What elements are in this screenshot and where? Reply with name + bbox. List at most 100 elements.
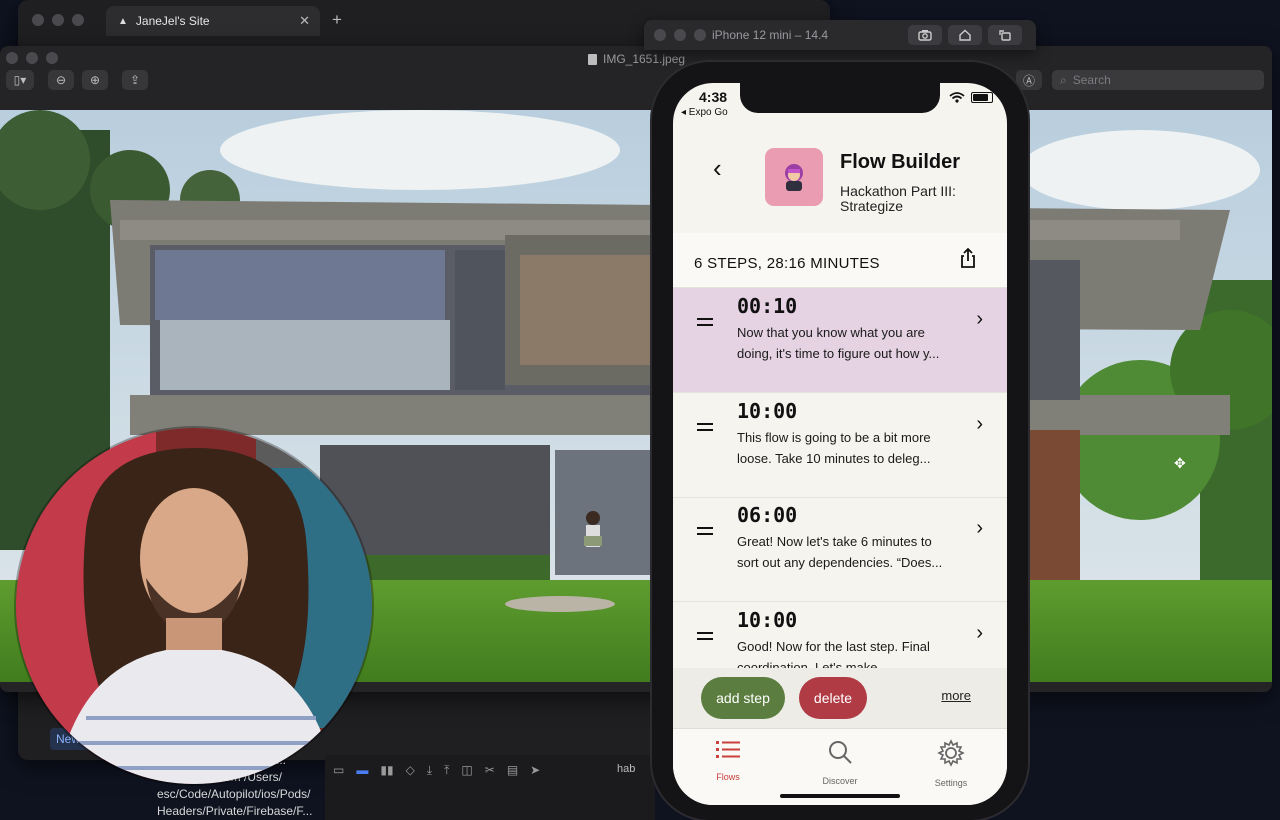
flow-avatar[interactable] [765, 148, 823, 206]
step-duration: 00:10 [737, 294, 798, 318]
minimize-dot[interactable] [674, 29, 686, 41]
chevron-right-icon[interactable]: › [976, 308, 983, 331]
step-in-icon[interactable]: ⤓ [427, 763, 432, 778]
preview-filename: IMG_1651.jpeg [603, 52, 686, 66]
share-button[interactable]: ⇪ [122, 70, 148, 90]
site-icon: ▲ [118, 15, 128, 27]
view-icon[interactable]: ◫ [461, 763, 472, 778]
add-step-button[interactable]: add step [701, 677, 785, 719]
step-row[interactable]: 06:00 Great! Now let's take 6 minutes to … [673, 497, 1007, 602]
simulator-title: iPhone 12 mini – 14.4 [712, 28, 829, 42]
flow-title: Flow Builder [840, 151, 960, 173]
app-screen: 4:38 ◂ Expo Go ‹ Flow Builder Hackathon … [673, 83, 1007, 805]
preview-traffic-lights[interactable] [6, 52, 58, 64]
step-duration: 10:00 [737, 607, 798, 632]
pause-icon[interactable]: ▮▮ [380, 763, 393, 778]
avatar-girl-icon [785, 164, 803, 191]
browser-traffic-lights[interactable] [32, 14, 84, 26]
home-icon [959, 29, 971, 41]
steps-summary-bar: 6 STEPS, 28:16 MINUTES [673, 233, 1007, 288]
delete-button[interactable]: delete [799, 677, 867, 719]
location-icon[interactable]: ➤ [530, 763, 540, 778]
scissors-icon[interactable]: ✂ [485, 763, 495, 778]
battery-icon [971, 92, 993, 103]
console-line: esc/Code/Autopilot/ios/Pods/ [157, 787, 311, 801]
tab-label: Settings [934, 778, 968, 788]
step-description: This flow is going to be a bit more loos… [737, 429, 931, 466]
close-dot[interactable] [32, 14, 44, 26]
minimize-dot[interactable] [26, 52, 38, 64]
drag-handle-icon[interactable] [697, 318, 713, 330]
chevron-right-icon[interactable]: › [976, 413, 983, 436]
wifi-icon [949, 92, 965, 103]
screenshot-button[interactable] [908, 25, 942, 45]
iphone-simulator: 4:38 ◂ Expo Go ‹ Flow Builder Hackathon … [652, 62, 1028, 820]
zoom-dot[interactable] [72, 14, 84, 26]
flow-subtitle: Hackathon Part III: Strategize [840, 183, 956, 214]
tab-flows[interactable]: Flows [688, 739, 768, 782]
tab-bar: Flows Discover Settings [673, 728, 1007, 805]
zoom-in-button[interactable]: ⊕ [82, 70, 108, 90]
markup-button[interactable]: Ⓐ [1016, 70, 1042, 90]
step-duration: 06:00 [737, 503, 798, 527]
zoom-out-button[interactable]: ⊖ [48, 70, 74, 90]
gear-icon [937, 739, 965, 767]
back-to-expo-go[interactable]: ◂ Expo Go [681, 107, 728, 118]
webcam-overlay [16, 428, 372, 784]
chevron-right-icon[interactable]: › [976, 622, 983, 645]
step-over-icon[interactable]: ◇ [406, 763, 415, 778]
drag-handle-icon[interactable] [697, 631, 713, 644]
action-bar: add step delete more [673, 668, 1007, 728]
rotate-icon [999, 30, 1011, 41]
home-indicator[interactable] [780, 794, 900, 798]
status-indicators [949, 92, 993, 103]
chevron-right-icon[interactable]: › [976, 517, 983, 540]
browser-tab[interactable]: ▲ JaneJel's Site ✕ [106, 6, 320, 36]
phone-notch [740, 83, 940, 113]
drag-handle-icon[interactable] [697, 422, 713, 435]
steps-summary: 6 STEPS, 28:16 MINUTES [694, 255, 880, 272]
tab-close-icon[interactable]: ✕ [299, 13, 310, 29]
list-icon [716, 741, 740, 758]
search-icon [829, 741, 852, 764]
step-row[interactable]: 00:10 Now that you know what you are doin… [673, 288, 1007, 393]
search-icon: ⌕ [1060, 72, 1067, 87]
tab-label: Discover [822, 776, 858, 786]
home-button[interactable] [948, 25, 982, 45]
console-line: Headers/Private/Firebase/F... [157, 804, 313, 818]
breakpoint-icon[interactable]: ▬ [356, 763, 368, 778]
step-row[interactable]: 10:00 This flow is going to be a bit more… [673, 393, 1007, 498]
step-description: Great! Now let's take 6 minutes to sort … [737, 534, 943, 570]
xcode-toolbar-icons: ▭ ▬ ▮▮ ◇ ⤓ ⤒ ◫ ✂ ▤ ➤ [333, 763, 540, 778]
preview-title: IMG_1651.jpeg [588, 52, 685, 66]
status-time: 4:38 [699, 89, 728, 105]
tab-label: Flows [716, 772, 740, 782]
tab-discover[interactable]: Discover [800, 739, 880, 786]
rotate-button[interactable] [988, 25, 1022, 45]
drag-handle-icon[interactable] [697, 527, 713, 539]
minimize-dot[interactable] [52, 14, 64, 26]
close-dot[interactable] [654, 29, 666, 41]
zoom-dot[interactable] [694, 29, 706, 41]
more-link[interactable]: more [941, 688, 971, 703]
close-dot[interactable] [6, 52, 18, 64]
tab-settings[interactable]: Settings [911, 739, 991, 788]
simulator-traffic-lights[interactable] [654, 29, 706, 41]
toolbar-icon[interactable]: ▭ [333, 763, 344, 778]
document-icon [588, 53, 597, 65]
step-out-icon[interactable]: ⤒ [444, 763, 449, 778]
simulator-titlebar: iPhone 12 mini – 14.4 [644, 20, 1036, 50]
new-tab-button[interactable]: + [332, 10, 342, 30]
step-duration: 10:00 [737, 398, 798, 423]
memory-icon[interactable]: ▤ [507, 763, 518, 778]
zoom-dot[interactable] [46, 52, 58, 64]
sidebar-toggle-button[interactable]: ▯▾ [6, 70, 34, 90]
search-placeholder: Search [1072, 73, 1111, 87]
share-icon[interactable] [959, 247, 977, 274]
back-chevron-icon[interactable]: ‹ [713, 153, 722, 184]
step-description: Now that you know what you are doing, it… [737, 325, 940, 361]
move-cursor-icon: ✥ [1174, 455, 1186, 471]
tab-title: JaneJel's Site [135, 14, 210, 28]
camera-icon [918, 30, 932, 41]
preview-search-input[interactable]: ⌕ Search [1052, 70, 1264, 90]
